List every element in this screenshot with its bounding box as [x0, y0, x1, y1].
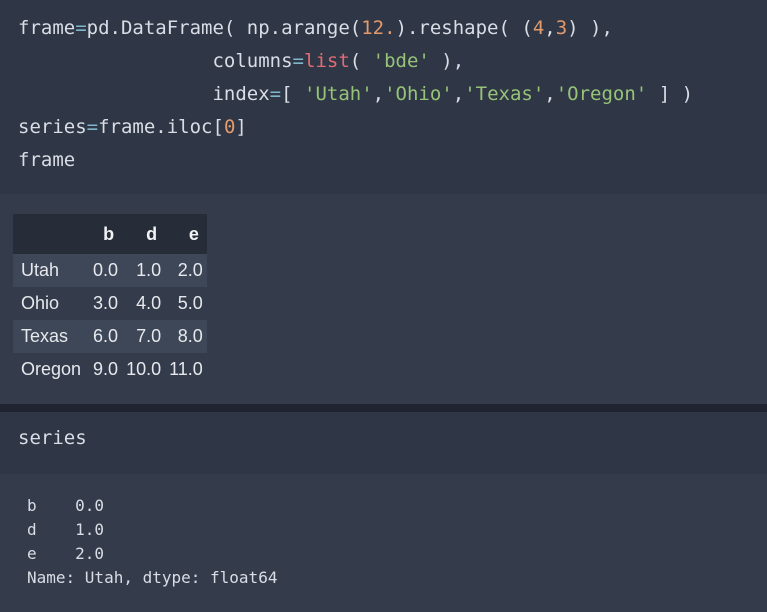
series-line: b 0.0	[27, 496, 105, 515]
cell-separator	[0, 404, 767, 412]
table-row: Ohio 3.0 4.0 5.0	[13, 287, 207, 320]
table-cell: 10.0	[126, 359, 162, 379]
table-cell: 1.0	[136, 260, 162, 280]
series-line: d 1.0	[27, 520, 105, 539]
series-command: series	[18, 427, 87, 449]
column-header-b: b	[89, 214, 123, 254]
series-output: b 0.0 d 1.0 e 2.0 Name: Utah, dtype: flo…	[0, 474, 767, 612]
table-cell: 2.0	[177, 260, 203, 280]
table-cell: 8.0	[177, 326, 203, 346]
column-header-d: d	[122, 214, 166, 254]
table-cell: 11.0	[169, 359, 203, 379]
table-row: Texas 6.0 7.0 8.0	[13, 320, 207, 353]
code-line-4: series=frame.iloc[0]	[18, 116, 247, 138]
row-index: Ohio	[21, 293, 60, 313]
series-line: e 2.0	[27, 544, 105, 563]
table-cell: 4.0	[136, 293, 162, 313]
table-cell: 7.0	[136, 326, 162, 346]
series-output-text: b 0.0 d 1.0 e 2.0 Name: Utah, dtype: flo…	[27, 494, 277, 590]
row-index: Texas	[21, 326, 69, 346]
table-cell: 5.0	[177, 293, 203, 313]
series-info-line: Name: Utah, dtype: float64	[27, 568, 278, 587]
row-index: Oregon	[21, 359, 82, 379]
dataframe-output: b d e Utah 0.0 1.0 2.0 Ohio 3.0 4.0 5.0 …	[0, 194, 767, 404]
index-header	[13, 214, 90, 254]
code-line-1: frame=pd.DataFrame( np.arange(12.).resha…	[18, 17, 613, 39]
table-cell: 9.0	[93, 359, 119, 379]
table-row: Utah 0.0 1.0 2.0	[13, 254, 207, 287]
code-line-2: columns=list( 'bde' ),	[18, 50, 465, 72]
dataframe-table: b d e Utah 0.0 1.0 2.0 Ohio 3.0 4.0 5.0 …	[13, 214, 207, 386]
table-cell: 0.0	[93, 260, 119, 280]
table-cell: 3.0	[93, 293, 119, 313]
code-line-5: frame	[18, 149, 76, 171]
row-index: Utah	[21, 260, 60, 280]
table-cell: 6.0	[93, 326, 119, 346]
table-header-row: b d e	[13, 214, 207, 254]
series-cell-input[interactable]: series	[0, 412, 767, 474]
code-cell-input[interactable]: frame=pd.DataFrame( np.arange(12.).resha…	[0, 0, 767, 194]
column-header-e: e	[165, 214, 207, 254]
code-line-3: index=[ 'Utah','Ohio','Texas','Oregon' ]…	[18, 83, 694, 105]
table-row: Oregon 9.0 10.0 11.0	[13, 353, 207, 386]
